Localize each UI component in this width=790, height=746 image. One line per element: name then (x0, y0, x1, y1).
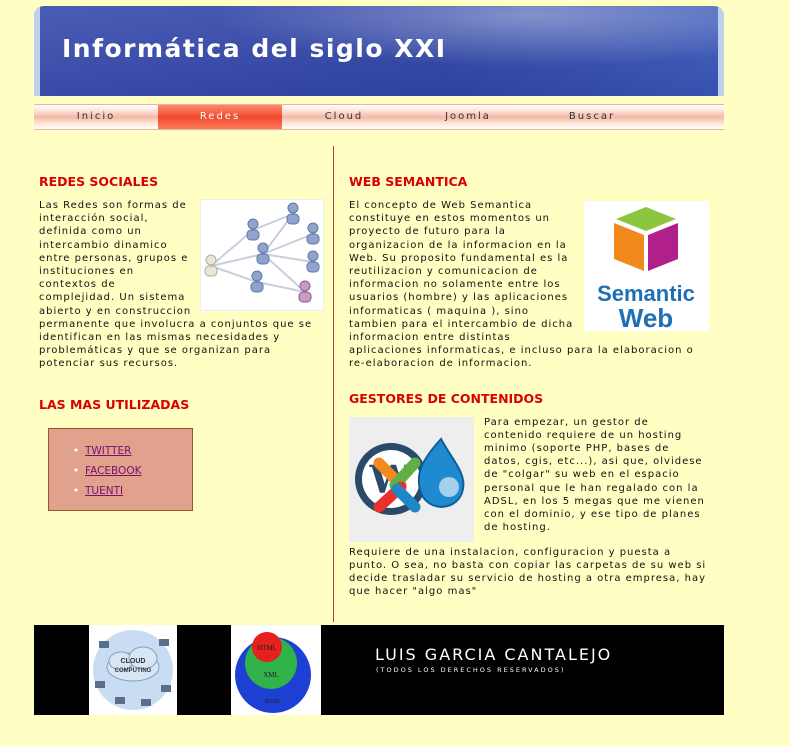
semantica-heading: WEB SEMANTICA (349, 174, 468, 189)
site-title: Informática del siglo XXI (62, 34, 447, 63)
gestores-heading: GESTORES DE CONTENIDOS (349, 390, 544, 406)
list-item: TWITTER (65, 441, 192, 461)
cloud-computing-image: CLOUD COMPUTING (89, 625, 177, 715)
ring-xml-text: XML (263, 671, 279, 679)
cms-logos-image: W (349, 416, 474, 542)
header-frame-left (34, 6, 40, 96)
cms-logos-icon: W (355, 436, 465, 515)
nav-item-inicio[interactable]: Inicio (34, 105, 158, 129)
tuenti-link[interactable]: TUENTI (85, 485, 123, 497)
logo-web-text: Web (619, 303, 673, 331)
nav-item-redes[interactable]: Redes (158, 105, 282, 129)
header-frame-right (718, 6, 724, 96)
redes-heading: REDES SOCIALES (39, 174, 159, 189)
social-network-image (200, 199, 324, 311)
cloud-text-1: CLOUD (121, 658, 146, 665)
main-nav: Inicio Redes Cloud Joomla Buscar (34, 104, 724, 130)
list-item: TUENTI (65, 481, 192, 501)
social-links-list: TWITTER FACEBOOK TUENTI (65, 441, 192, 501)
nav-item-joomla[interactable]: Joomla (406, 105, 530, 129)
ring-html-text: HTML (257, 644, 277, 652)
column-divider (333, 146, 334, 622)
network-graph-icon (204, 202, 320, 303)
right-column: WEB SEMANTICA Semantic Web El concepto d… (349, 174, 709, 598)
header-banner: Informática del siglo XXI (34, 6, 724, 96)
gestores-text-2: Requiere de una instalacion, configuraci… (349, 546, 707, 598)
markup-languages-image: HTML XML SGML (231, 625, 321, 715)
ring-sgml-text: SGML (265, 699, 282, 705)
cloud-computing-icon: CLOUD COMPUTING (93, 630, 173, 710)
semantic-web-logo: Semantic Web (584, 201, 709, 333)
markup-rings-icon: HTML XML SGML (235, 632, 311, 713)
cloud-text-2: COMPUTING (115, 668, 152, 674)
twitter-link[interactable]: TWITTER (85, 445, 131, 457)
nav-item-buscar[interactable]: Buscar (530, 105, 654, 129)
utilizadas-heading: LAS MAS UTILIZADAS (39, 396, 190, 412)
rights-text: (TODOS LOS DERECHOS RESERVADOS) (376, 666, 566, 674)
nav-item-cloud[interactable]: Cloud (282, 105, 406, 129)
list-item: FACEBOOK (65, 461, 192, 481)
footer: CLOUD COMPUTING HTML XML SGML LUIS GARCI… (34, 625, 724, 715)
facebook-link[interactable]: FACEBOOK (85, 465, 141, 477)
left-column: REDES SOCIALES Las Redes son formas de i… (39, 174, 324, 511)
social-links-box: TWITTER FACEBOOK TUENTI (48, 427, 193, 511)
author-name: LUIS GARCIA CANTALEJO (375, 645, 613, 664)
semantic-cube-icon: Semantic Web (597, 207, 695, 333)
